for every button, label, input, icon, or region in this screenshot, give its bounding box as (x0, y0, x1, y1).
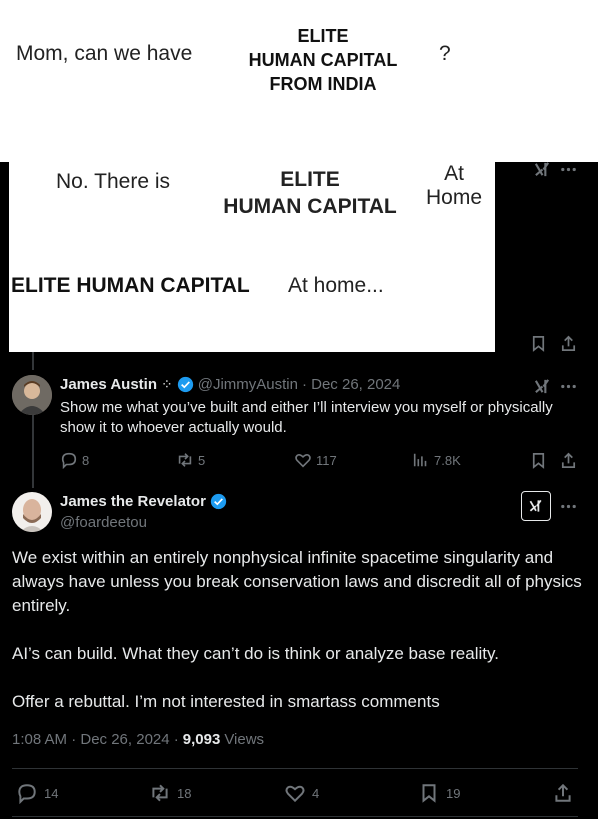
like-button[interactable]: 4 (284, 782, 319, 804)
repost-button[interactable]: 18 (149, 782, 191, 804)
like-count: 117 (316, 452, 337, 468)
author-name[interactable]: James the Revelator (60, 493, 206, 510)
like-button[interactable]: 117 (294, 451, 337, 469)
meme-top-panel: Mom, can we have ELITE HUMAN CAPITAL FRO… (0, 0, 598, 162)
views-icon (413, 453, 427, 467)
reply-icon (18, 784, 36, 804)
avatar[interactable] (12, 375, 52, 415)
reply-button[interactable]: 8 (60, 451, 89, 469)
share-button[interactable] (552, 782, 574, 804)
post-timestamp[interactable]: 1:08 AM · Dec 26, 2024 · (12, 731, 179, 748)
thread-line (32, 352, 34, 370)
reply-handle[interactable]: @JimmyAustin (198, 376, 298, 393)
post-paragraph: Offer a rebuttal. I’m not interested in … (12, 692, 440, 711)
repost-icon (152, 784, 168, 802)
grok-icon[interactable] (532, 159, 552, 179)
author-header: James the Revelator (60, 493, 227, 510)
views-button[interactable]: 7.8K (412, 451, 461, 469)
verified-icon (210, 493, 227, 510)
bookmark-icon[interactable] (528, 450, 548, 470)
share-icon (555, 783, 571, 802)
reply-header: James Austin ⁘ @JimmyAustin · Dec 26, 20… (60, 376, 400, 393)
avatar[interactable] (12, 492, 52, 532)
affiliate-badge: ⁘ (160, 376, 173, 392)
post-meta: 1:08 AM · Dec 26, 2024 · 9,093 Views (12, 731, 264, 748)
more-icon[interactable] (558, 496, 578, 516)
grok-icon[interactable] (521, 491, 551, 521)
post-paragraph: AI’s can build. What they can’t do is th… (12, 644, 499, 663)
views-label: Views (224, 731, 265, 748)
repost-count: 5 (198, 452, 206, 468)
reply-text: Show me what you’ve built and either I’l… (60, 399, 553, 436)
meme-bottom-left-text: No. There is (56, 170, 170, 193)
post-body: We exist within an entirely nonphysical … (12, 546, 588, 738)
views-number: 9,093 (182, 731, 221, 748)
divider (12, 768, 578, 769)
verified-icon (177, 376, 193, 393)
reply-author-name[interactable]: James Austin (60, 376, 157, 393)
share-icon[interactable] (558, 450, 578, 470)
like-count: 4 (312, 785, 320, 801)
repost-count: 18 (177, 785, 192, 801)
repost-button[interactable]: 5 (176, 451, 205, 469)
reply-button[interactable]: 14 (16, 782, 58, 804)
bookmark-icon (422, 784, 436, 803)
bookmark-button[interactable]: 19 (418, 782, 460, 804)
divider (12, 816, 578, 817)
meme-row2-left-text: ELITE HUMAN CAPITAL (11, 274, 250, 297)
grok-icon[interactable] (532, 376, 552, 396)
more-icon[interactable] (558, 376, 578, 396)
reply-count: 8 (82, 452, 90, 468)
meme-top-right-text: ? (439, 42, 451, 65)
meme-top-middle-text: ELITE HUMAN CAPITAL FROM INDIA (248, 26, 398, 94)
bookmark-icon[interactable] (528, 333, 548, 353)
more-icon[interactable] (558, 159, 578, 179)
author-handle[interactable]: @foardeetou (60, 514, 147, 531)
like-icon (285, 785, 305, 803)
meme-top-left-text: Mom, can we have (16, 42, 193, 65)
thread-line-2 (32, 412, 34, 488)
reply-icon (61, 452, 77, 469)
repost-icon (178, 453, 192, 467)
share-icon[interactable] (558, 333, 578, 353)
post-image[interactable]: No. There is ELITE HUMAN CAPITAL At Home… (9, 162, 495, 352)
reply-date[interactable]: · Dec 26, 2024 (302, 376, 400, 393)
views-count: 7.8K (434, 452, 461, 468)
bookmark-count: 19 (446, 785, 461, 801)
meme-bottom-middle-text: ELITE HUMAN CAPITAL (223, 168, 397, 218)
like-icon (295, 454, 311, 468)
meme-row2-right-text: At home... (288, 274, 384, 297)
meme-bottom-right-text: At Home (425, 162, 483, 209)
reply-count: 14 (44, 785, 59, 801)
post-paragraph: We exist within an entirely nonphysical … (12, 548, 582, 615)
